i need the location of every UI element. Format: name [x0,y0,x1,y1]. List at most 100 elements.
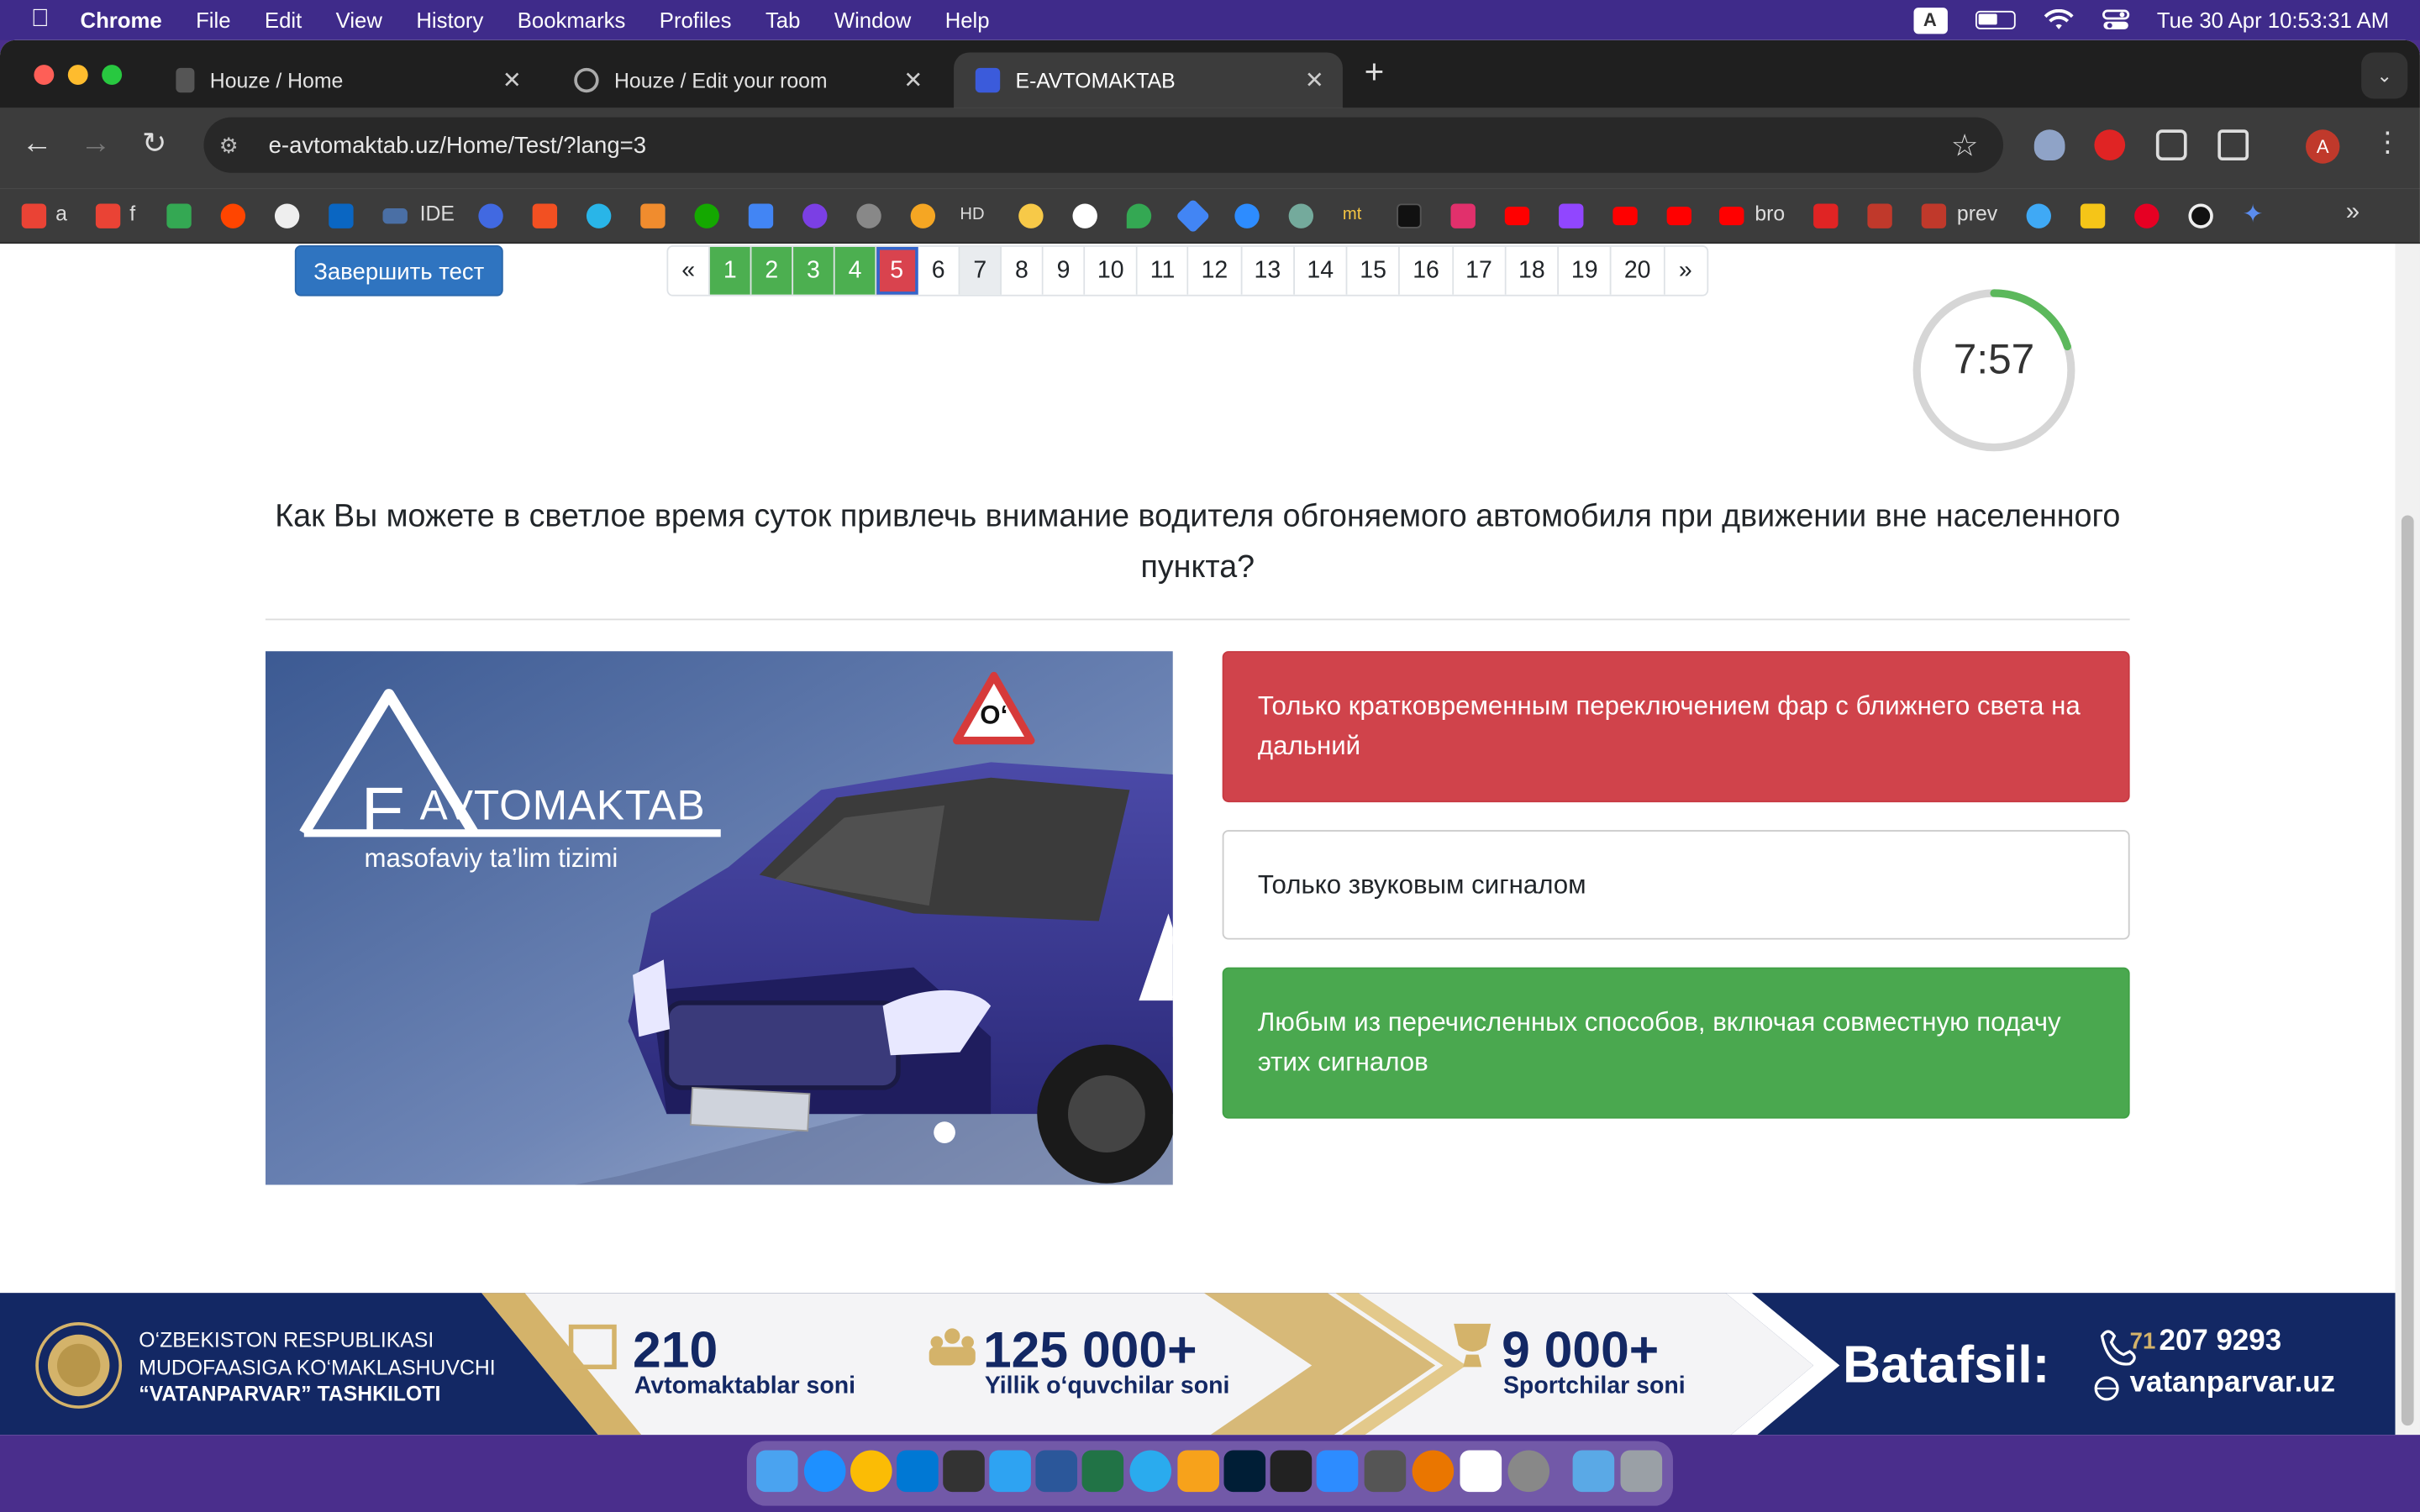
menu-help[interactable]: Help [945,8,990,32]
gemini-bookmark-icon[interactable]: ✦ [2243,199,2264,230]
maps-bookmark-icon[interactable] [1126,203,1152,228]
page-8[interactable]: 8 [1002,246,1044,295]
tab-e-avtomaktab[interactable]: E-AVTOMAKTAB ✕ [954,52,1343,108]
page-1[interactable]: 1 [709,246,752,295]
close-tab-icon[interactable]: ✕ [903,66,923,94]
gmail-bookmark-icon[interactable] [95,203,121,228]
more-bookmarks-icon[interactable]: » [2346,199,2360,227]
reload-icon[interactable]: ↻ [142,127,166,162]
github-bookmark-icon[interactable] [274,203,300,228]
menu-file[interactable]: File [196,8,230,32]
tab-houze-edit[interactable]: Houze / Edit your room ✕ [553,52,942,108]
extensions-puzzle-icon[interactable] [2217,129,2249,161]
unity-dock-icon[interactable] [1364,1450,1407,1493]
page-12[interactable]: 12 [1188,246,1242,295]
bookmark-label[interactable]: IDE [420,202,455,226]
page-5[interactable]: 5 [876,246,918,295]
vscode-dock-icon[interactable] [897,1450,939,1493]
page-4[interactable]: 4 [834,246,877,295]
page-prev[interactable]: « [668,246,710,295]
page-17[interactable]: 17 [1453,246,1507,295]
bookmark-label[interactable]: HD [960,205,984,223]
instagram-bookmark-icon[interactable] [1450,203,1476,228]
excel-dock-icon[interactable] [1081,1450,1124,1493]
youtube-bookmark-icon[interactable] [1504,207,1530,226]
linkedin-bookmark-icon[interactable] [329,203,354,228]
bookmark-icon[interactable] [2080,203,2106,228]
menu-history[interactable]: History [416,8,483,32]
sublime-dock-icon[interactable] [1177,1450,1219,1493]
page-6[interactable]: 6 [918,246,960,295]
bookmark-label[interactable]: bro [1754,202,1785,226]
menu-window[interactable]: Window [834,8,911,32]
website-link[interactable]: vatanparvar.uz [2130,1367,2335,1400]
runner-bookmark-icon[interactable] [910,203,936,228]
menu-edit[interactable]: Edit [265,8,302,32]
youtube-bookmark-icon[interactable] [1666,207,1692,226]
word-dock-icon[interactable] [1035,1450,1078,1493]
menu-bookmarks[interactable]: Bookmarks [518,8,626,32]
downloads-dock-icon[interactable] [1572,1450,1615,1493]
bookmark-icon[interactable] [478,203,503,228]
page-19[interactable]: 19 [1559,246,1612,295]
zoom-window-icon[interactable] [102,65,123,86]
finder-dock-icon[interactable] [755,1450,798,1493]
blender-dock-icon[interactable] [1412,1450,1455,1493]
sunglasses-bookmark-icon[interactable] [1018,203,1044,228]
upwork-bookmark-icon[interactable] [694,203,719,228]
gmail-bookmark-icon[interactable] [21,203,47,228]
control-center-icon[interactable] [2102,9,2129,31]
menu-tab[interactable]: Tab [765,8,800,32]
sql-bookmark-icon[interactable] [382,207,408,224]
menu-view[interactable]: View [336,8,382,32]
youtube-bookmark-icon[interactable] [1612,207,1638,226]
site-info-icon[interactable]: ⚙ [219,132,247,158]
youtube-bookmark-icon[interactable] [1719,207,1744,226]
snowflake-bookmark-icon[interactable] [586,203,612,228]
telegram-dock-icon[interactable] [1129,1450,1172,1493]
close-window-icon[interactable] [34,65,55,86]
chrome-dock-icon[interactable] [850,1450,892,1493]
page-13[interactable]: 13 [1241,246,1295,295]
page-scrollbar[interactable] [2395,244,2420,1436]
hand-extension-icon[interactable] [2094,129,2126,161]
final-cut-dock-icon[interactable] [1270,1450,1313,1493]
back-icon[interactable]: ← [22,127,53,162]
window-extension-icon[interactable] [2155,129,2187,161]
page-15[interactable]: 15 [1347,246,1401,295]
page-next[interactable]: » [1665,246,1707,295]
vivaldi-bookmark-icon[interactable] [1813,203,1839,228]
pinterest-bookmark-icon[interactable] [2134,203,2160,228]
scrollbar-thumb[interactable] [2401,515,2414,1426]
page-10[interactable]: 10 [1085,246,1139,295]
bookmark-icon[interactable] [2026,203,2051,228]
battery-icon[interactable] [1975,10,2015,29]
forward-icon[interactable]: → [81,127,112,162]
reddit-bookmark-icon[interactable] [220,203,246,228]
wifi-icon[interactable] [2043,8,2074,32]
terminal-dock-icon[interactable] [943,1450,985,1493]
twitch-bookmark-icon[interactable] [1559,203,1584,228]
globe-bookmark-icon[interactable] [856,203,881,228]
new-tab-icon[interactable]: + [1365,52,1385,92]
microsoft-bookmark-icon[interactable] [532,203,558,228]
tab-search-icon[interactable]: ⌄ [2361,52,2408,99]
close-tab-icon[interactable]: ✕ [502,66,522,94]
bookmark-icon[interactable] [1175,198,1211,234]
page-20[interactable]: 20 [1612,246,1665,295]
docs-bookmark-icon[interactable] [748,203,774,228]
profile-avatar[interactable]: A [2306,129,2340,164]
menubar-clock[interactable]: Tue 30 Apr 10:53:31 AM [2157,8,2389,32]
bookmark-label[interactable]: f [129,202,135,226]
finish-test-button[interactable]: Завершить тест [294,245,503,297]
bookmark-icon[interactable] [802,203,828,228]
bookmark-label[interactable]: prev [1957,202,1997,226]
chart-bookmark-icon[interactable] [1921,203,1947,228]
answer-option-3[interactable]: Любым из перечисленных способов, включая… [1222,967,2130,1119]
settings-dock-icon[interactable] [1507,1450,1550,1493]
chrome-menu-icon[interactable]: ⋮ [2374,127,2402,160]
app-dock-icon[interactable] [989,1450,1031,1493]
apple-icon[interactable]:  [31,6,50,34]
tab-houze-home[interactable]: Houze / Home ✕ [155,52,540,108]
notion-dock-icon[interactable] [1460,1450,1502,1493]
